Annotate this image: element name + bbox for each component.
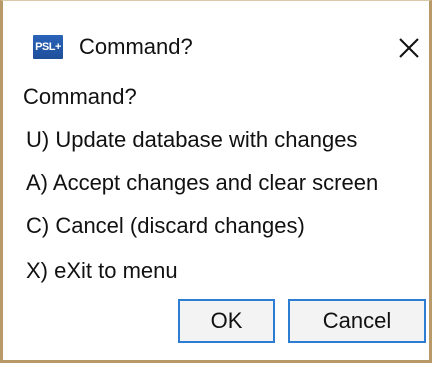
option-accept: A) Accept changes and clear screen xyxy=(26,170,379,195)
option-cancel: C) Cancel (discard changes) xyxy=(26,213,305,238)
close-button[interactable] xyxy=(396,35,422,61)
option-update: U) Update database with changes xyxy=(26,127,358,152)
prompt-label: Command? xyxy=(23,84,137,109)
option-exit: X) eXit to menu xyxy=(26,258,178,283)
title-bar: PSL+ Command? xyxy=(3,1,429,63)
close-icon xyxy=(399,38,419,58)
cancel-button[interactable]: Cancel xyxy=(288,299,426,343)
app-icon: PSL+ xyxy=(33,35,63,59)
ok-button[interactable]: OK xyxy=(178,299,275,343)
window-title: Command? xyxy=(79,34,193,59)
command-dialog: PSL+ Command? Command? U) Update databas… xyxy=(0,0,432,363)
